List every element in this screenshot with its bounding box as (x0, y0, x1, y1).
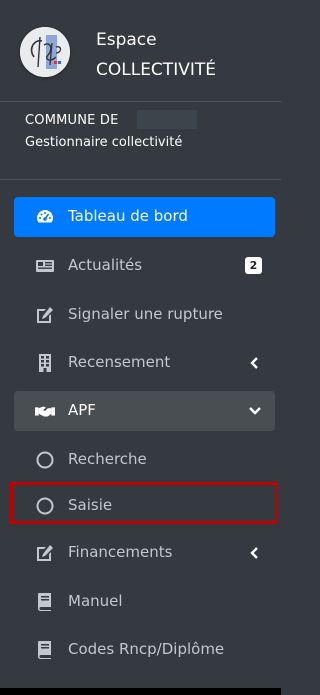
chevron-left-icon (250, 357, 258, 369)
brand-link[interactable]: Espace COLLECTIVITÉ (0, 0, 281, 102)
nav-item-label: Signaler une rupture (68, 305, 223, 323)
building-icon (39, 354, 51, 372)
book-icon (37, 593, 51, 611)
sidebar: Espace COLLECTIVITÉ COMMUNE DE Gestionna… (0, 0, 281, 695)
nav-item-label: APF (68, 401, 96, 419)
chips-logo-icon (20, 27, 70, 77)
notification-badge: 2 (245, 257, 262, 274)
nav-item-financements[interactable]: Financements (14, 533, 275, 573)
nav-item-actualites[interactable]: Actualités 2 (14, 246, 275, 286)
highlight-box (10, 482, 278, 524)
nav-item-label: Manuel (68, 592, 123, 610)
nav-item-label: Recensement (68, 353, 171, 371)
chevron-down-icon (249, 407, 261, 415)
chevron-left-icon (250, 547, 258, 559)
nav-item-signaler-rupture[interactable]: Signaler une rupture (14, 295, 275, 335)
handshake-icon (35, 406, 55, 417)
book-icon (37, 641, 51, 659)
edit-icon (37, 307, 53, 323)
nav-item-manuel[interactable]: Manuel (14, 582, 275, 622)
commune-label: COMMUNE DE (25, 113, 119, 128)
brand-title-line2: COLLECTIVITÉ (96, 60, 216, 80)
nav-item-label: Recherche (68, 450, 147, 468)
nav-item-codes-rncp[interactable]: Codes Rncp/Diplôme (14, 630, 275, 670)
circle-icon (36, 451, 54, 469)
brand-title-line1: Espace (96, 30, 157, 50)
nav-item-label: Financements (68, 543, 173, 561)
nav-item-apf[interactable]: APF (14, 391, 275, 431)
nav-item-recensement[interactable]: Recensement (14, 343, 275, 383)
nav-item-tableau-de-bord[interactable]: Tableau de bord (14, 197, 275, 237)
commune-name-redacted (137, 110, 197, 129)
nav-item-label: Codes Rncp/Diplôme (68, 640, 225, 658)
user-role: Gestionnaire collectivité (25, 135, 183, 150)
edit-icon (37, 545, 53, 561)
nav-item-label: Actualités (68, 256, 143, 274)
tachometer-icon (37, 210, 53, 223)
bottom-edge (0, 688, 281, 695)
nav-item-label: Tableau de bord (68, 207, 188, 225)
user-panel: COMMUNE DE Gestionnaire collectivité (0, 102, 281, 180)
nav-item-recherche[interactable]: Recherche (14, 440, 275, 480)
newspaper-icon (36, 260, 54, 272)
